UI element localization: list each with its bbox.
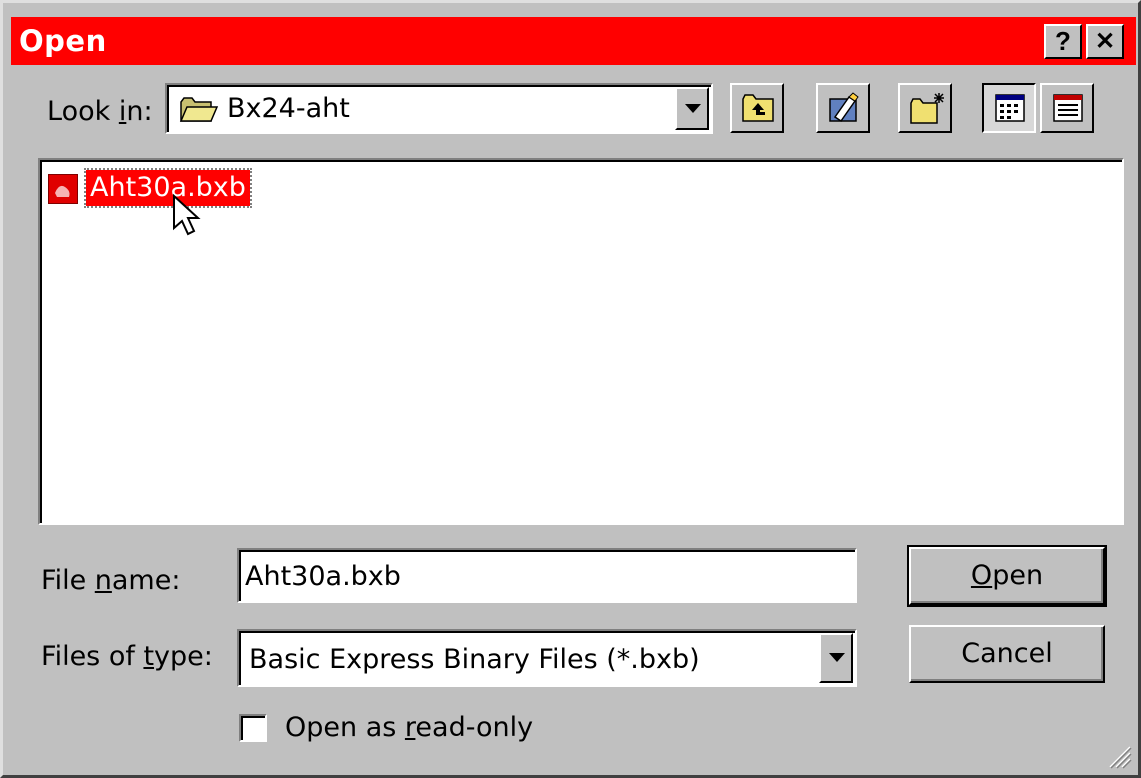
file-item-name[interactable]: Aht30a.bxb — [84, 168, 252, 208]
file-name-label: File name: — [41, 565, 181, 596]
close-button[interactable]: ✕ — [1086, 24, 1124, 59]
list-view-icon — [995, 94, 1025, 122]
create-new-folder-button[interactable] — [898, 83, 952, 133]
read-only-label[interactable]: Open as read-only — [285, 712, 533, 743]
help-button[interactable]: ? — [1044, 24, 1082, 59]
window-title: Open — [19, 24, 107, 58]
look-in-value: Bx24-aht — [227, 93, 350, 124]
go-to-desktop-icon — [829, 92, 859, 123]
look-in-dropdown-button[interactable] — [675, 87, 709, 130]
look-in-combobox[interactable]: Bx24-aht — [165, 83, 713, 134]
mouse-pointer-icon — [173, 194, 201, 236]
go-to-desktop-button[interactable] — [816, 83, 870, 133]
files-of-type-label: Files of type: — [41, 641, 213, 672]
up-one-level-button[interactable] — [730, 83, 784, 133]
chevron-down-icon — [829, 653, 845, 662]
folder-icon — [179, 97, 219, 122]
resize-grip-icon[interactable] — [1104, 741, 1132, 769]
read-only-checkbox[interactable] — [239, 714, 267, 742]
files-of-type-combobox[interactable]: Basic Express Binary Files (*.bxb) — [237, 629, 857, 687]
open-dialog: Open ? ✕ Look in: Bx24-aht Aht30a.bxb Fi… — [0, 0, 1141, 778]
cancel-button[interactable]: Cancel — [909, 625, 1105, 683]
file-list[interactable]: Aht30a.bxb — [38, 158, 1124, 525]
files-of-type-dropdown-button[interactable] — [819, 633, 853, 683]
list-view-button[interactable] — [982, 83, 1036, 133]
title-bar[interactable]: Open ? ✕ — [11, 17, 1136, 65]
look-in-label: Look in: — [47, 96, 153, 127]
bxb-file-icon — [48, 174, 78, 204]
files-of-type-value: Basic Express Binary Files (*.bxb) — [249, 644, 700, 675]
details-view-button[interactable] — [1040, 83, 1094, 133]
details-view-icon — [1053, 94, 1083, 122]
up-one-level-icon — [742, 94, 774, 122]
file-name-value: Aht30a.bxb — [245, 561, 401, 592]
create-new-folder-icon — [910, 93, 944, 124]
file-name-input[interactable]: Aht30a.bxb — [237, 548, 857, 603]
chevron-down-icon — [685, 104, 701, 113]
open-button[interactable]: Open — [907, 545, 1107, 607]
close-icon: ✕ — [1094, 28, 1116, 55]
